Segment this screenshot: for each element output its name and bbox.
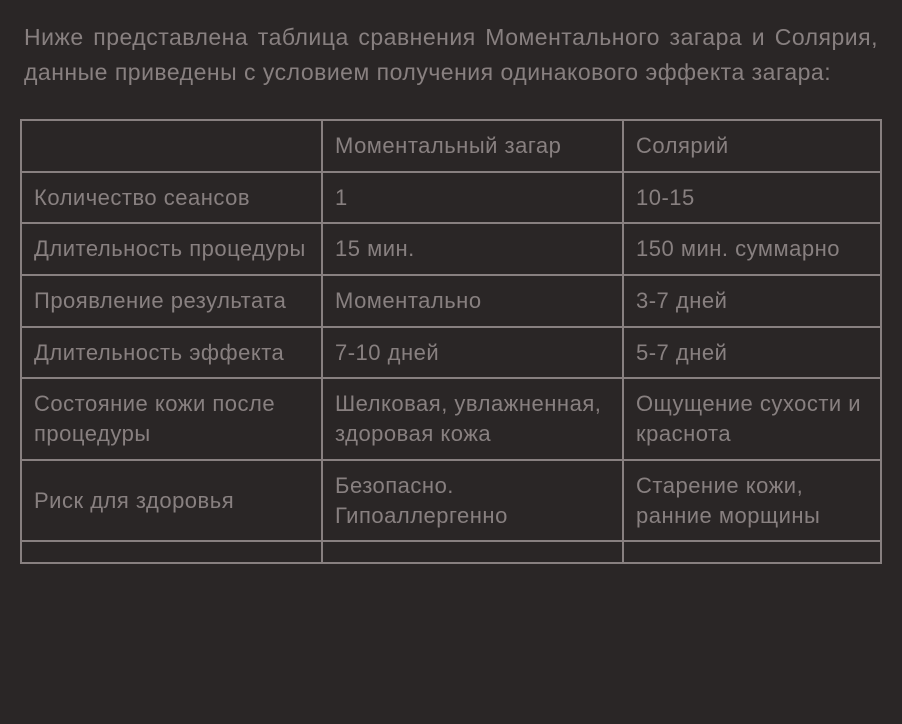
row-label: Количество сеансов (21, 172, 322, 224)
table-row: Длительность процедуры 15 мин. 150 мин. … (21, 223, 881, 275)
cell-instant-tan: Шелковая, увлажненная, здоровая кожа (322, 378, 623, 459)
cell-solarium: Старение кожи, ранние морщины (623, 460, 881, 541)
row-label: Состояние кожи после процедуры (21, 378, 322, 459)
row-label: Риск для здоровья (21, 460, 322, 541)
table-header-row: Моментальный загар Солярий (21, 120, 881, 172)
cell-solarium: 3-7 дней (623, 275, 881, 327)
cell-solarium: 10-15 (623, 172, 881, 224)
cell-solarium: 150 мин. суммарно (623, 223, 881, 275)
cell-instant-tan: 15 мин. (322, 223, 623, 275)
cell-solarium (623, 541, 881, 563)
header-empty (21, 120, 322, 172)
header-solarium: Солярий (623, 120, 881, 172)
header-instant-tan: Моментальный загар (322, 120, 623, 172)
cell-instant-tan: Безопасно. Гипоаллергенно (322, 460, 623, 541)
row-label (21, 541, 322, 563)
cell-instant-tan (322, 541, 623, 563)
cell-solarium: 5-7 дней (623, 327, 881, 379)
row-label: Длительность эффекта (21, 327, 322, 379)
cell-solarium: Ощущение сухости и краснота (623, 378, 881, 459)
table-row (21, 541, 881, 563)
table-row: Риск для здоровья Безопасно. Гипоаллерге… (21, 460, 881, 541)
table-row: Состояние кожи после процедуры Шелковая,… (21, 378, 881, 459)
cell-instant-tan: 1 (322, 172, 623, 224)
row-label: Проявление результата (21, 275, 322, 327)
cell-instant-tan: 7-10 дней (322, 327, 623, 379)
table-row: Длительность эффекта 7-10 дней 5-7 дней (21, 327, 881, 379)
cell-instant-tan: Моментально (322, 275, 623, 327)
table-row: Проявление результата Моментально 3-7 дн… (21, 275, 881, 327)
comparison-table: Моментальный загар Солярий Количество се… (20, 119, 882, 564)
intro-paragraph: Ниже представлена таблица сравнения Моме… (20, 20, 882, 89)
row-label: Длительность процедуры (21, 223, 322, 275)
table-row: Количество сеансов 1 10-15 (21, 172, 881, 224)
